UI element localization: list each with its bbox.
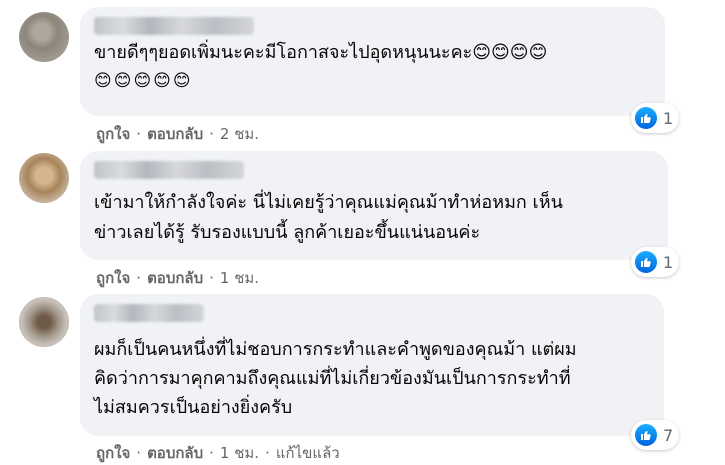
comment-line: ข่าวเลยได้รู้ รับรองแบบนี้ ลูกค้าเยอะขึ้… <box>94 222 481 243</box>
comment-line: ขายดีๆๆยอดเพิ่มนะคะมีโอกาสจะไปอุดหนุนนะค… <box>94 42 548 63</box>
reply-button[interactable]: ตอบกลับ <box>147 266 203 290</box>
comment-actions: ถูกใจ · ตอบกลับ · 1 ชม. <box>96 266 259 290</box>
separator: · <box>136 125 142 143</box>
comment-bubble: ขายดีๆๆยอดเพิ่มนะคะมีโอกาสจะไปอุดหนุนนะค… <box>80 7 665 116</box>
comment-actions: ถูกใจ · ตอบกลับ · 1 ชม. · แก้ไขแล้ว <box>96 441 340 465</box>
comment-line: คิดว่าการมาคุกคามถึงคุณแม่ที่ไม่เกี่ยวข้… <box>94 368 571 389</box>
separator: · <box>136 444 142 462</box>
comment-text: ขายดีๆๆยอดเพิ่มนะคะมีโอกาสจะไปอุดหนุนนะค… <box>94 38 653 96</box>
thumbs-up-icon <box>635 107 657 129</box>
separator: · <box>209 444 214 462</box>
timestamp[interactable]: 1 ชม. <box>220 266 259 290</box>
reply-button[interactable]: ตอบกลับ <box>147 441 203 465</box>
thumbs-up-icon <box>635 424 657 446</box>
comment-bubble: ผมก็เป็นคนหนึ่งที่ไม่ชอบการกระทำและคำพูด… <box>80 294 664 436</box>
author-name-blurred[interactable] <box>94 17 254 35</box>
edited-label[interactable]: แก้ไขแล้ว <box>276 441 340 465</box>
comment-actions: ถูกใจ · ตอบกลับ · 2 ชม. <box>96 122 259 146</box>
avatar[interactable] <box>19 153 69 203</box>
avatar[interactable] <box>19 297 69 347</box>
author-name-blurred[interactable] <box>94 161 244 179</box>
reaction-count: 1 <box>663 108 674 128</box>
timestamp[interactable]: 1 ชม. <box>220 441 259 465</box>
separator: · <box>136 269 142 287</box>
like-button[interactable]: ถูกใจ <box>96 441 130 465</box>
reaction-count: 1 <box>663 252 674 272</box>
like-button[interactable]: ถูกใจ <box>96 122 130 146</box>
comment-text: ผมก็เป็นคนหนึ่งที่ไม่ชอบการกระทำและคำพูด… <box>94 335 652 422</box>
comment-line: เข้ามาให้กำลังใจค่ะ นี่ไม่เคยรู้ว่าคุณแม… <box>94 192 563 213</box>
comment-line: ผมก็เป็นคนหนึ่งที่ไม่ชอบการกระทำและคำพูด… <box>94 339 577 360</box>
comment-line: ไม่สมควรเป็นอย่างยิ่งครับ <box>94 397 293 418</box>
separator: · <box>265 444 270 462</box>
reaction-summary[interactable]: 1 <box>631 247 680 277</box>
separator: · <box>209 125 214 143</box>
reply-button[interactable]: ตอบกลับ <box>147 122 203 146</box>
thumbs-up-icon <box>635 251 657 273</box>
reaction-summary[interactable]: 1 <box>631 103 680 133</box>
comment-line: 😊😊😊😊😊 <box>94 71 193 91</box>
comment-bubble: เข้ามาให้กำลังใจค่ะ นี่ไม่เคยรู้ว่าคุณแม… <box>80 151 668 260</box>
timestamp[interactable]: 2 ชม. <box>220 122 259 146</box>
like-button[interactable]: ถูกใจ <box>96 266 130 290</box>
author-name-blurred[interactable] <box>94 304 204 322</box>
reaction-summary[interactable]: 7 <box>631 420 680 450</box>
separator: · <box>209 269 214 287</box>
comment-text: เข้ามาให้กำลังใจค่ะ นี่ไม่เคยรู้ว่าคุณแม… <box>94 188 656 248</box>
reaction-count: 7 <box>663 425 674 445</box>
avatar[interactable] <box>19 12 69 62</box>
